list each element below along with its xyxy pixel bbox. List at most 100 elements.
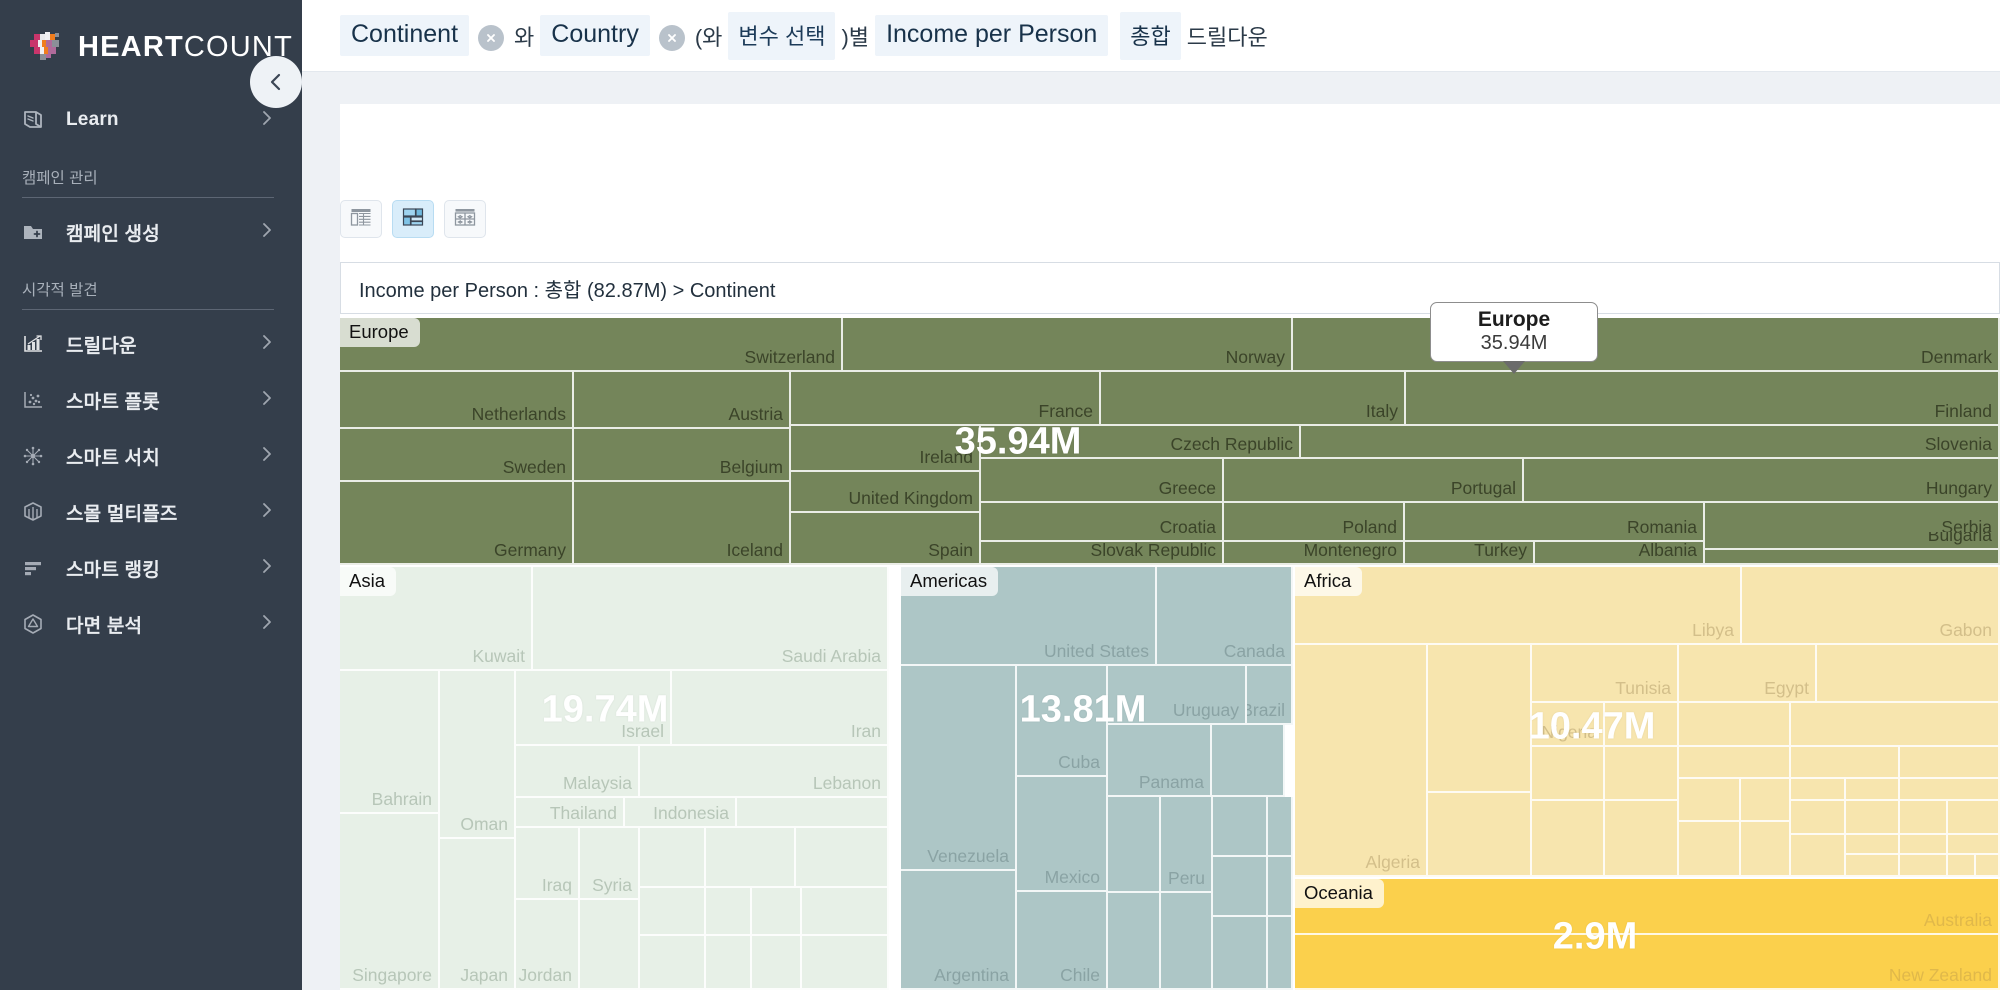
treemap-cell[interactable] <box>1108 893 1161 990</box>
sidebar-item-campaign-create[interactable]: 캠페인 생성 <box>0 204 302 260</box>
treemap-cell-singapore[interactable]: Singapore <box>340 814 440 990</box>
treemap-cell[interactable] <box>706 828 796 888</box>
treemap-cell[interactable] <box>1791 835 1846 877</box>
treemap-cell-saudi-arabia[interactable]: Saudi Arabia <box>533 567 889 671</box>
treemap-cell-netherlands[interactable]: Netherlands <box>340 372 574 429</box>
treemap-cell[interactable] <box>1948 835 2000 855</box>
treemap-cell[interactable] <box>1605 801 1679 877</box>
treemap-cell-montenegro[interactable]: Montenegro <box>1224 542 1405 565</box>
treemap-cell-ireland[interactable]: Ireland <box>791 426 981 472</box>
treemap-cell[interactable] <box>640 828 706 888</box>
treemap-cell[interactable] <box>752 936 802 990</box>
treemap-group-asia[interactable]: Kuwait Saudi Arabia Bahrain Oman Israel Iran M… <box>340 567 889 990</box>
treemap-cell[interactable] <box>1791 779 1846 801</box>
treemap-cell[interactable] <box>1705 550 2000 565</box>
treemap-cell[interactable] <box>1791 801 1846 835</box>
treemap-cell-argentina[interactable]: Argentina <box>901 871 1017 990</box>
treemap-cell-brazil[interactable]: Brazil <box>1247 666 1293 725</box>
treemap-cell[interactable] <box>1900 855 1948 877</box>
treemap-cell-france[interactable]: France <box>791 372 1101 426</box>
treemap-cell-germany[interactable]: Germany <box>340 482 574 565</box>
treemap-view-button[interactable] <box>392 200 434 238</box>
treemap-cell-venezuela[interactable]: Venezuela <box>901 666 1017 871</box>
brand-logo[interactable]: HEARTCOUNT <box>0 0 302 72</box>
query-chip-aggregation[interactable]: 총합 <box>1120 11 1181 60</box>
treemap-cell-algeria[interactable]: Algeria <box>1295 645 1428 877</box>
treemap-cell-bahrain[interactable]: Bahrain <box>340 671 440 814</box>
treemap-group-oceania[interactable]: Australia New Zealand Oceania 2.9M <box>1295 879 2000 990</box>
treemap-cell[interactable] <box>1679 822 1741 877</box>
treemap-cell[interactable] <box>802 936 889 990</box>
treemap-cell[interactable] <box>1268 797 1293 857</box>
treemap-cell[interactable] <box>1817 645 2000 703</box>
treemap-cell-slovak-republic[interactable]: Slovak Republic <box>981 542 1224 565</box>
treemap-cell-thailand[interactable]: Thailand <box>516 798 625 828</box>
treemap-cell-spain[interactable]: Spain <box>791 513 981 565</box>
treemap-cell[interactable] <box>1846 855 1900 877</box>
treemap-cell-bulgaria[interactable]: Bulgaria <box>1705 532 2000 550</box>
sidebar-item-small-multiples[interactable]: 스몰 멀티플즈 <box>0 484 302 540</box>
treemap-cell-japan[interactable]: Japan <box>440 839 516 990</box>
treemap-cell[interactable] <box>706 936 752 990</box>
treemap-cell[interactable] <box>1846 801 1900 835</box>
treemap-cell-united-kingdom[interactable]: United Kingdom <box>791 472 981 513</box>
treemap-cell[interactable] <box>1900 779 2000 801</box>
treemap-cell-gabon[interactable]: Gabon <box>1742 567 2000 645</box>
treemap-group-americas[interactable]: United States Canada Venezuela Cuba Uruguay B… <box>901 567 1293 990</box>
treemap-cell-egypt[interactable]: Egypt <box>1679 645 1817 703</box>
treemap-cell[interactable] <box>580 900 640 990</box>
treemap-cell[interactable] <box>752 888 802 936</box>
treemap-cell[interactable] <box>1532 747 1605 801</box>
sidebar-collapse-button[interactable] <box>250 56 302 108</box>
treemap-cell-finland[interactable]: Finland <box>1406 372 2000 426</box>
remove-continent-icon[interactable] <box>478 24 505 51</box>
treemap-cell[interactable] <box>640 888 706 936</box>
treemap-cell[interactable] <box>1791 747 1900 779</box>
treemap-cell-sweden[interactable]: Sweden <box>340 429 574 482</box>
treemap-cell-turkey[interactable]: Turkey <box>1405 542 1535 565</box>
query-chip-country[interactable]: Country <box>540 15 650 56</box>
treemap-cell[interactable] <box>1679 703 1791 747</box>
treemap-cell-chile[interactable]: Chile <box>1017 892 1108 990</box>
treemap-cell[interactable] <box>1268 917 1293 990</box>
breadcrumb[interactable]: Income per Person : 총합 (82.87M) > Contin… <box>340 262 2000 314</box>
treemap-cell-tunisia[interactable]: Tunisia <box>1532 645 1679 703</box>
treemap-cell-australia[interactable]: Australia <box>1295 879 2000 935</box>
treemap-cell[interactable] <box>1900 801 1948 835</box>
treemap-cell-oman[interactable]: Oman <box>440 671 516 839</box>
treemap-cell[interactable] <box>1948 801 2000 835</box>
treemap-cell-albania[interactable]: Albania <box>1535 542 1705 565</box>
treemap-cell[interactable] <box>1900 835 1948 855</box>
treemap-cell-portugal[interactable]: Portugal <box>1224 459 1524 503</box>
treemap-cell-iraq[interactable]: Iraq <box>516 828 580 900</box>
treemap-cell[interactable] <box>1213 857 1268 917</box>
treemap-cell-italy[interactable]: Italy <box>1101 372 1406 426</box>
query-chip-measure[interactable]: Income per Person <box>875 15 1109 56</box>
treemap-cell[interactable] <box>1268 857 1293 917</box>
treemap-cell-hungary[interactable]: Hungary <box>1524 459 2000 503</box>
treemap-cell[interactable] <box>1976 855 2000 877</box>
grid-view-button[interactable] <box>444 200 486 238</box>
treemap-cell[interactable] <box>1679 779 1741 822</box>
query-chip-continent[interactable]: Continent <box>340 15 470 56</box>
treemap-cell[interactable] <box>1846 835 1900 855</box>
treemap-cell-belgium[interactable]: Belgium <box>574 429 791 482</box>
treemap-cell-greece[interactable]: Greece <box>981 459 1224 503</box>
sidebar-item-smart-ranking[interactable]: 스마트 랭킹 <box>0 540 302 596</box>
treemap-cell[interactable] <box>1741 822 1791 877</box>
remove-country-icon[interactable] <box>658 24 685 51</box>
treemap-cell[interactable] <box>1213 797 1268 857</box>
treemap-cell-peru[interactable]: Peru <box>1161 797 1213 893</box>
treemap-group-africa[interactable]: Libya Gabon Algeria Tunisia Egypt Nigeria Afri… <box>1295 567 2000 877</box>
table-view-button[interactable] <box>340 200 382 238</box>
treemap-cell[interactable] <box>1900 747 2000 779</box>
treemap-cell[interactable] <box>1213 917 1268 990</box>
treemap-cell[interactable] <box>737 798 889 828</box>
treemap-cell[interactable] <box>1948 855 1976 877</box>
treemap-cell-croatia[interactable]: Croatia <box>981 503 1224 542</box>
treemap-cell-libya[interactable]: Libya <box>1295 567 1742 645</box>
treemap-cell[interactable] <box>802 888 889 936</box>
treemap-cell[interactable] <box>796 828 889 888</box>
treemap-cell-mexico[interactable]: Mexico <box>1017 777 1108 892</box>
treemap-cell[interactable] <box>1161 893 1213 990</box>
